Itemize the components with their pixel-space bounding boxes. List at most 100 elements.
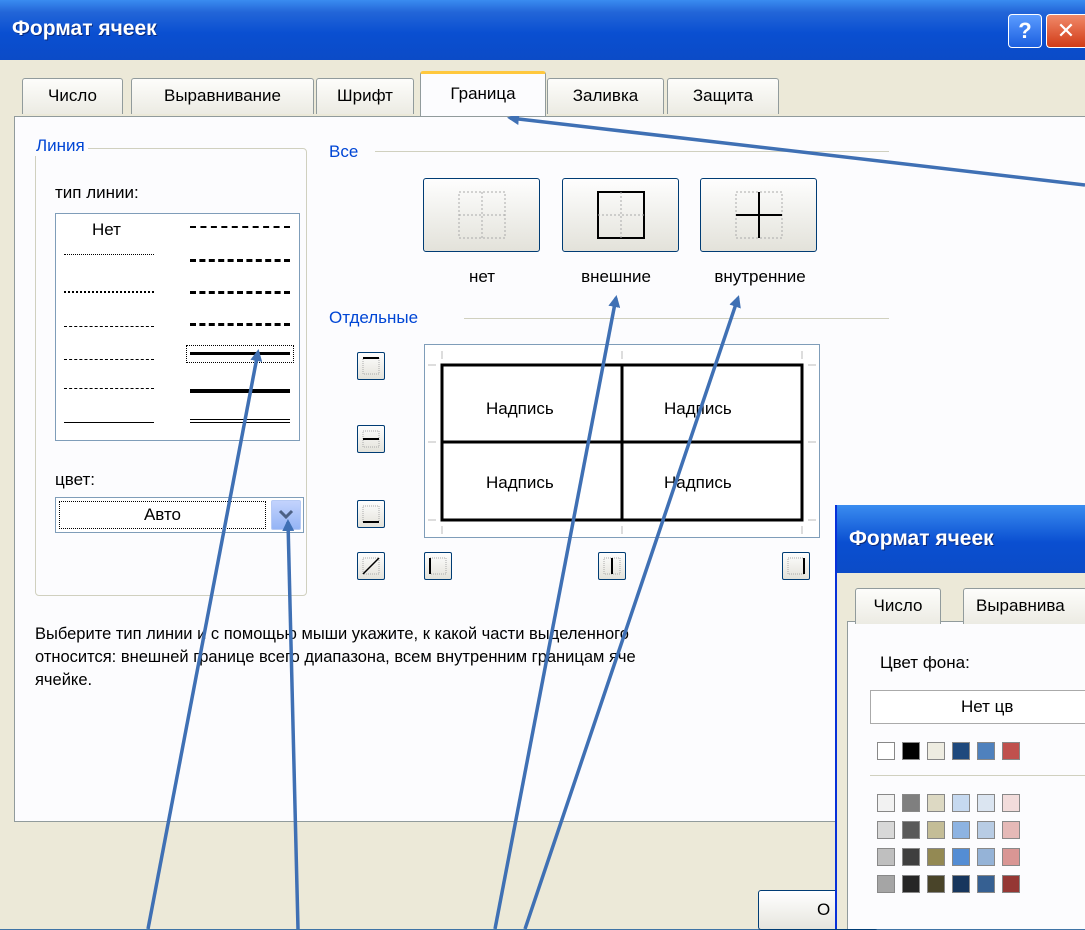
- tab-alignment[interactable]: Выравнива: [963, 588, 1085, 624]
- color-value: Авто: [59, 501, 266, 529]
- no-color-button[interactable]: Нет цв: [870, 690, 1085, 724]
- color-swatch[interactable]: [977, 742, 995, 760]
- line-style-none[interactable]: Нет: [92, 220, 121, 240]
- line-style-medium-dash-dot[interactable]: [190, 291, 290, 294]
- dialog-title: Формат ячеек: [12, 17, 157, 40]
- color-swatch[interactable]: [977, 848, 995, 866]
- color-swatch[interactable]: [927, 794, 945, 812]
- color-swatch[interactable]: [877, 848, 895, 866]
- preset-outline-icon: [597, 191, 645, 239]
- color-swatch[interactable]: [927, 848, 945, 866]
- color-select[interactable]: Авто: [55, 497, 304, 533]
- line-style-dash-dot[interactable]: [64, 359, 154, 360]
- line-style-dash-dot-dot[interactable]: [64, 326, 154, 327]
- line-type-label: тип линии:: [55, 183, 139, 202]
- color-swatch[interactable]: [952, 821, 970, 839]
- color-swatch[interactable]: [877, 794, 895, 812]
- line-style-medium-dashed[interactable]: [190, 323, 290, 326]
- color-swatch[interactable]: [952, 794, 970, 812]
- color-swatch[interactable]: [952, 742, 970, 760]
- color-swatch[interactable]: [977, 875, 995, 893]
- preset-none-icon: [458, 191, 506, 239]
- color-swatch[interactable]: [927, 742, 945, 760]
- line-style-dashed[interactable]: [64, 388, 154, 389]
- preview-grid: [428, 351, 816, 534]
- preset-inside-label: внутренние: [714, 267, 806, 286]
- color-swatch[interactable]: [902, 794, 920, 812]
- preset-inside-icon: [735, 191, 783, 239]
- border-left-button[interactable]: [424, 552, 452, 580]
- individual-separator: [464, 318, 889, 319]
- second-dialog-title: Формат ячеек: [849, 527, 994, 550]
- preset-none-button[interactable]: [423, 178, 540, 252]
- line-style-hair[interactable]: [64, 254, 154, 255]
- color-swatch[interactable]: [902, 742, 920, 760]
- color-swatch[interactable]: [902, 875, 920, 893]
- color-swatch[interactable]: [877, 742, 895, 760]
- preview-cell-label: Надпись: [664, 399, 732, 418]
- selected-line-style[interactable]: [186, 345, 294, 363]
- border-bottom-button[interactable]: [357, 500, 385, 528]
- tab-alignment[interactable]: Выравнивание: [131, 78, 314, 114]
- color-swatch[interactable]: [877, 875, 895, 893]
- color-swatch[interactable]: [952, 848, 970, 866]
- line-style-thin[interactable]: [64, 422, 154, 423]
- border-inside-horizontal-button[interactable]: [357, 425, 385, 453]
- title-bar: Формат ячеек ? ✕: [0, 0, 1085, 60]
- color-swatch[interactable]: [902, 821, 920, 839]
- tab-border[interactable]: Граница: [420, 71, 546, 116]
- color-swatch[interactable]: [902, 848, 920, 866]
- border-left-icon: [429, 557, 447, 575]
- preview-cell-label: Надпись: [664, 473, 732, 492]
- border-right-icon: [787, 557, 805, 575]
- border-preview[interactable]: Надпись Надпись Надпись Надпись: [424, 344, 820, 538]
- preset-outline-label: внешние: [581, 267, 651, 286]
- color-swatch[interactable]: [1002, 875, 1020, 893]
- tab-fill[interactable]: Заливка: [547, 78, 664, 114]
- color-swatch[interactable]: [927, 875, 945, 893]
- format-cells-dialog-fill: Формат ячеек Число Выравнива Цвет фона: …: [835, 505, 1085, 929]
- preset-inside-button[interactable]: [700, 178, 817, 252]
- color-swatch[interactable]: [1002, 742, 1020, 760]
- color-swatch[interactable]: [1002, 848, 1020, 866]
- color-swatch[interactable]: [927, 821, 945, 839]
- color-swatch[interactable]: [1002, 794, 1020, 812]
- preset-outline-button[interactable]: [562, 178, 679, 252]
- palette-separator: [870, 775, 1085, 776]
- border-top-icon: [362, 357, 380, 375]
- description-line: ячейке.: [35, 671, 93, 689]
- border-right-button[interactable]: [782, 552, 810, 580]
- bg-color-label: Цвет фона:: [880, 653, 970, 672]
- color-label: цвет:: [55, 470, 95, 489]
- border-inside-vertical-button[interactable]: [598, 552, 626, 580]
- color-swatch[interactable]: [977, 794, 995, 812]
- description-text: Выберите тип линии и с помощью мыши укаж…: [35, 623, 835, 692]
- line-style-slanted-dash-dot[interactable]: [190, 259, 290, 262]
- presets-separator: [375, 151, 889, 152]
- color-swatch[interactable]: [952, 875, 970, 893]
- line-style-double[interactable]: [190, 419, 290, 423]
- line-style-list[interactable]: Нет: [55, 213, 300, 441]
- close-icon[interactable]: ✕: [1046, 14, 1085, 48]
- tab-font[interactable]: Шрифт: [316, 78, 414, 114]
- border-inside-vertical-icon: [603, 557, 621, 575]
- line-style-medium-dash-dot-dot[interactable]: [190, 226, 290, 228]
- tab-number[interactable]: Число: [855, 588, 941, 624]
- line-style-dotted[interactable]: [64, 291, 154, 293]
- border-bottom-icon: [362, 505, 380, 523]
- tab-number[interactable]: Число: [22, 78, 123, 114]
- line-style-thick[interactable]: [190, 389, 290, 393]
- description-line: Выберите тип линии и с помощью мыши укаж…: [35, 625, 629, 643]
- color-swatch[interactable]: [1002, 821, 1020, 839]
- chevron-down-icon[interactable]: [271, 500, 301, 530]
- preset-none-label: нет: [468, 267, 496, 286]
- border-diagonal-up-button[interactable]: [357, 552, 385, 580]
- line-group-legend: Линия: [33, 136, 88, 156]
- help-icon[interactable]: ?: [1008, 14, 1042, 48]
- second-title-bar: Формат ячеек: [837, 505, 1085, 573]
- border-top-button[interactable]: [357, 352, 385, 380]
- color-swatch[interactable]: [977, 821, 995, 839]
- color-swatch[interactable]: [877, 821, 895, 839]
- tab-protection[interactable]: Защита: [667, 78, 779, 114]
- description-line: относится: внешней границе всего диапазо…: [35, 648, 636, 666]
